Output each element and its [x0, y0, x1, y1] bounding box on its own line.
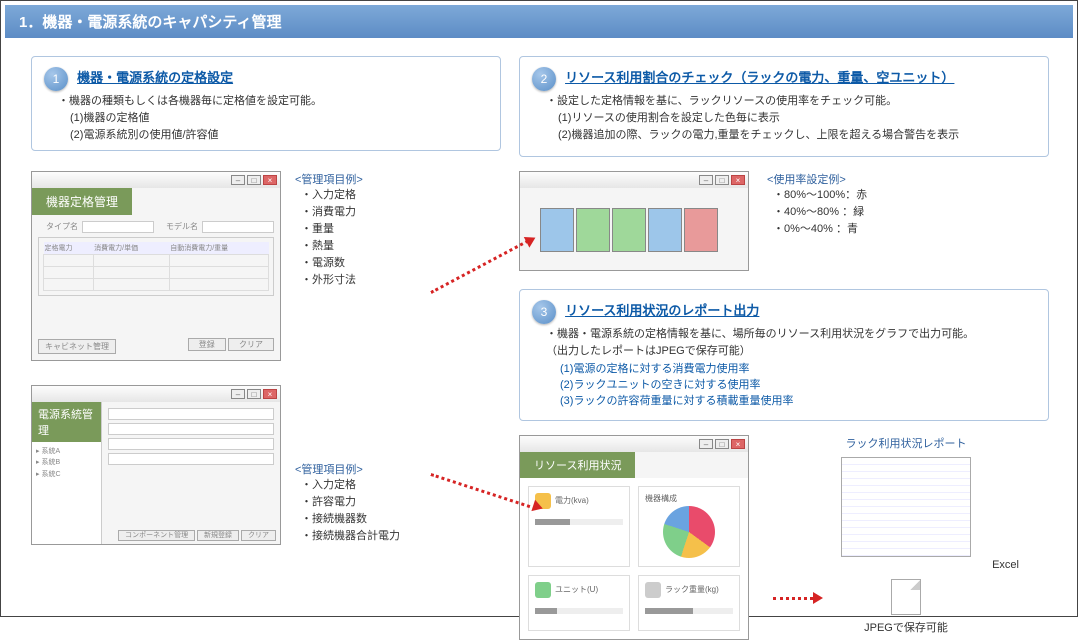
- mock1-tab: 機器定格管理: [32, 188, 132, 215]
- mock-window-power-system: – □ × 電源系統管理 ▸ 系統A▸ 系統B▸ 系統C: [31, 385, 281, 545]
- maximize-icon[interactable]: □: [715, 175, 729, 185]
- section-3-heading: リソース利用状況のレポート出力: [565, 303, 759, 318]
- close-icon[interactable]: ×: [263, 389, 277, 399]
- section-1-heading: 機器・電源系統の定格設定: [77, 70, 233, 85]
- close-icon[interactable]: ×: [263, 175, 277, 185]
- section-2-box: 2 リソース利用割合のチェック（ラックの電力、重量、空ユニット） ・設定した定格…: [519, 56, 1049, 157]
- mock-window-device-rated: – □ × 機器定格管理 タイプ名 モデル名 定格電力消費電力/単価自動消費電力…: [31, 171, 281, 361]
- section-1-desc: ・機器の種類もしくは各機器毎に定格値を設定可能。 (1)機器の定格値 (2)電源…: [58, 93, 488, 144]
- panel1: <管理項目例> ・入力定格 ・消費電力 ・重量 ・熱量 ・電源数 ・外形寸法: [295, 171, 363, 361]
- jpeg-file-icon: [891, 579, 921, 615]
- mock2-tab: 電源系統管理: [32, 402, 101, 442]
- minimize-icon[interactable]: –: [231, 389, 245, 399]
- section-2-desc: ・設定した定格情報を基に、ラックリソースの使用率をチェック可能。 (1)リソース…: [546, 93, 1036, 144]
- maximize-icon[interactable]: □: [247, 389, 261, 399]
- pie-chart-icon: [663, 506, 715, 558]
- clear-button[interactable]: クリア: [228, 338, 274, 351]
- register-button[interactable]: 登録: [188, 338, 226, 351]
- section-2-heading: リソース利用割合のチェック（ラックの電力、重量、空ユニット）: [565, 70, 954, 85]
- dashboard-tab: リソース利用状況: [520, 452, 635, 478]
- section-3-box: 3 リソース利用状況のレポート出力 ・機器・電源系統の定格情報を基に、場所毎のリ…: [519, 289, 1049, 421]
- rack-usage-window: – □ ×: [519, 171, 749, 271]
- rack-cell: [684, 208, 718, 252]
- close-icon[interactable]: ×: [731, 439, 745, 449]
- rack-cell: [540, 208, 574, 252]
- maximize-icon[interactable]: □: [247, 175, 261, 185]
- badge-2: 2: [532, 67, 556, 91]
- rack-cell: [612, 208, 646, 252]
- page-title: 1．機器・電源系統のキャパシティ管理: [5, 5, 1073, 38]
- dash-card-composition: 機器構成: [638, 486, 740, 567]
- rack-cell: [648, 208, 682, 252]
- panel2: <管理項目例> ・入力定格 ・許容電力 ・接続機器数 ・接続機器合計電力: [295, 461, 400, 545]
- dash-card-weight: ラック重量(kg): [638, 575, 740, 631]
- dash-card-power: 電力(kva): [528, 486, 630, 567]
- section-3-desc: ・機器・電源系統の定格情報を基に、場所毎のリソース利用状況をグラフで出力可能。 …: [546, 326, 1036, 360]
- jpeg-label: JPEGで保存可能: [763, 619, 1049, 635]
- unit-icon: [535, 582, 551, 598]
- dash-card-unit: ユニット(U): [528, 575, 630, 631]
- minimize-icon[interactable]: –: [699, 175, 713, 185]
- resource-dashboard-window: – □ × リソース利用状況 電力(kva) 機器構成 ユニット(U): [519, 435, 749, 640]
- component-mgmt-button[interactable]: コンポーネント管理: [118, 530, 195, 541]
- weight-icon: [645, 582, 661, 598]
- badge-3: 3: [532, 300, 556, 324]
- window-titlebar: – □ ×: [32, 386, 280, 402]
- new-register-button[interactable]: 新規登録: [197, 530, 239, 541]
- clear-button-2[interactable]: クリア: [241, 530, 276, 541]
- maximize-icon[interactable]: □: [715, 439, 729, 449]
- legend: <使用率設定例> ・80%～100%：赤 ・40%～80% ：緑 ・0%～40%…: [767, 171, 867, 238]
- window-titlebar: – □ ×: [32, 172, 280, 188]
- minimize-icon[interactable]: –: [231, 175, 245, 185]
- excel-report-mock: [841, 457, 971, 557]
- rack-cell: [576, 208, 610, 252]
- close-icon[interactable]: ×: [731, 175, 745, 185]
- minimize-icon[interactable]: –: [699, 439, 713, 449]
- report-title: ラック利用状況レポート: [763, 435, 1049, 451]
- cabinet-mgmt-button[interactable]: キャビネット管理: [38, 339, 116, 354]
- section-1-box: 1 機器・電源系統の定格設定 ・機器の種類もしくは各機器毎に定格値を設定可能。 …: [31, 56, 501, 151]
- badge-1: 1: [44, 67, 68, 91]
- excel-label: Excel: [763, 559, 1019, 571]
